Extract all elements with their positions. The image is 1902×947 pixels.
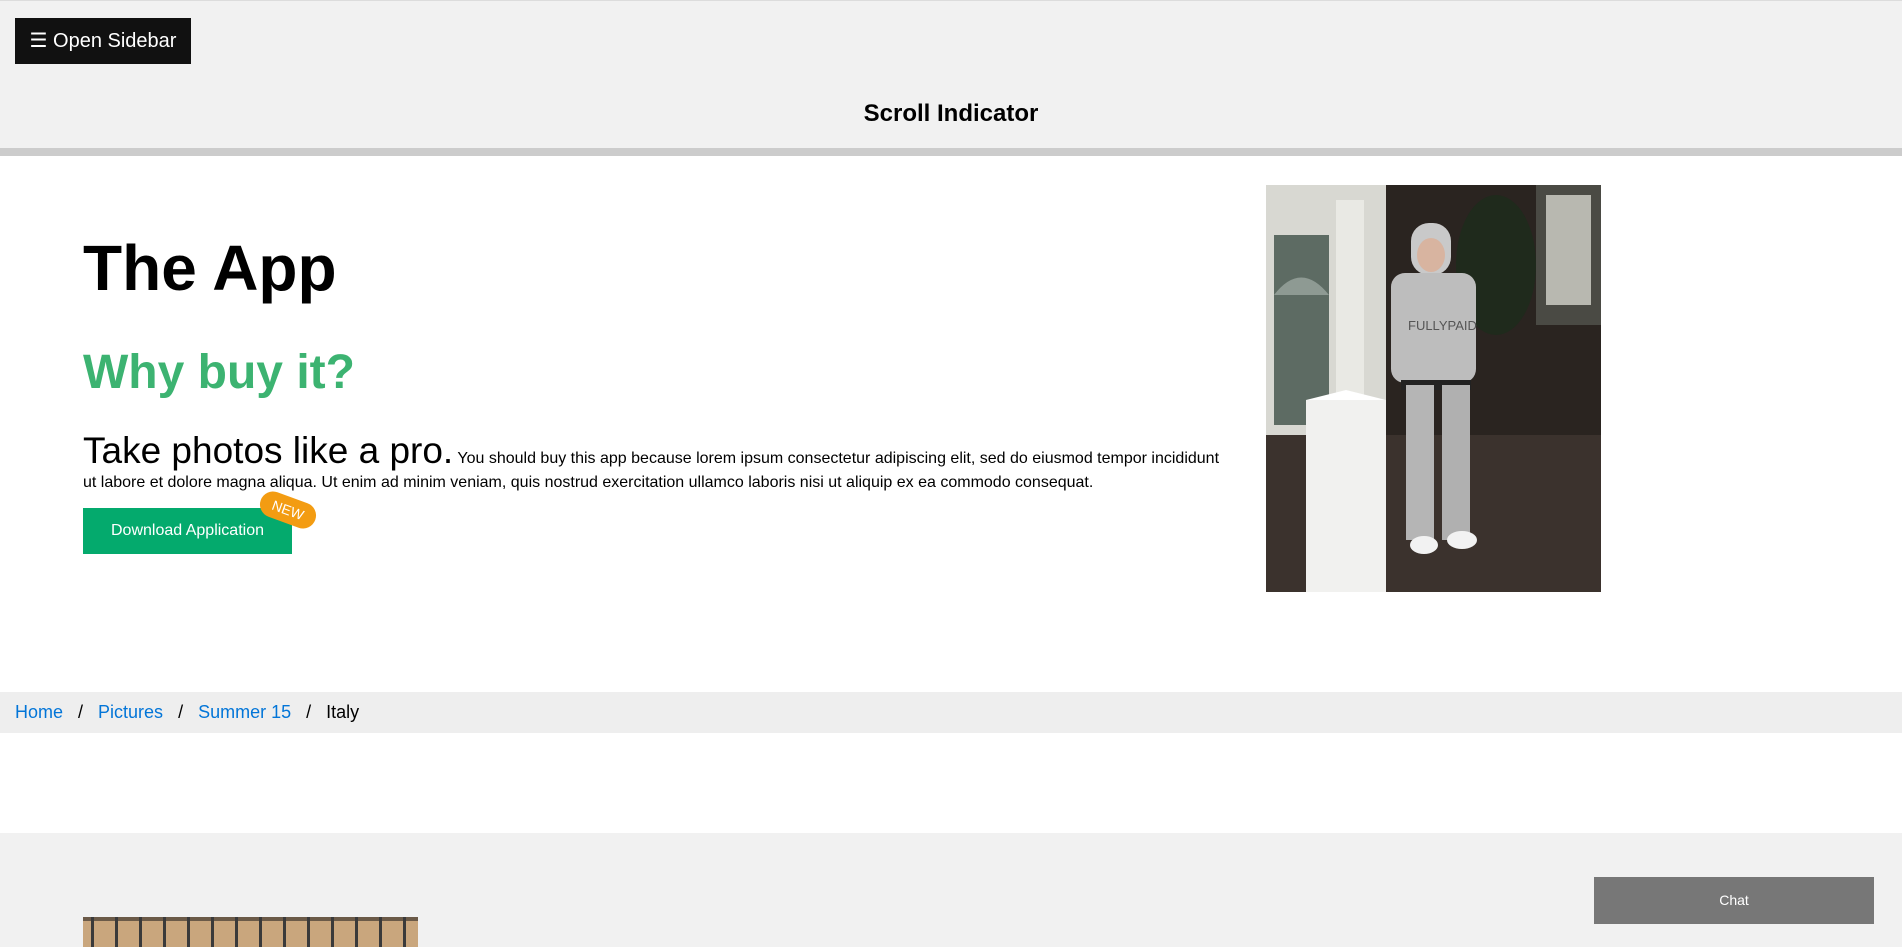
gallery-thumbnail bbox=[83, 917, 418, 947]
hero-photo: FULLYPAID bbox=[1266, 185, 1601, 592]
breadcrumb-summer-15[interactable]: Summer 15 bbox=[198, 702, 291, 723]
breadcrumb-pictures[interactable]: Pictures bbox=[98, 702, 163, 723]
chat-button[interactable]: Chat bbox=[1594, 877, 1874, 924]
open-sidebar-button[interactable]: ☰ Open Sidebar bbox=[15, 18, 191, 64]
header-bar: ☰ Open Sidebar Scroll Indicator bbox=[0, 1, 1902, 148]
breadcrumb-separator: / bbox=[178, 702, 184, 722]
breadcrumb-current: Italy bbox=[326, 702, 360, 722]
download-application-button[interactable]: Download Application bbox=[83, 508, 292, 554]
breadcrumb-list: Home / Pictures / Summer 15 / Italy bbox=[0, 702, 359, 723]
breadcrumb-separator: / bbox=[306, 702, 312, 722]
breadcrumb-separator: / bbox=[78, 702, 84, 722]
person-photo-illustration: FULLYPAID bbox=[1266, 185, 1601, 592]
breadcrumb-home[interactable]: Home bbox=[15, 702, 63, 723]
hero-title: The App bbox=[83, 232, 337, 304]
scroll-progress-track bbox=[0, 148, 1902, 156]
hero-subtitle: Why buy it? bbox=[83, 346, 355, 399]
hero-lead: Take photos like a pro. bbox=[83, 430, 454, 471]
breadcrumb: Home / Pictures / Summer 15 / Italy bbox=[0, 692, 1902, 733]
railing-photo-illustration bbox=[83, 917, 418, 947]
hero-description: Take photos like a pro. You should buy t… bbox=[83, 431, 1223, 494]
svg-text:FULLYPAID: FULLYPAID bbox=[1408, 318, 1477, 333]
download-group: Download Application NEW bbox=[83, 487, 320, 554]
page-title: Scroll Indicator bbox=[863, 100, 1039, 127]
